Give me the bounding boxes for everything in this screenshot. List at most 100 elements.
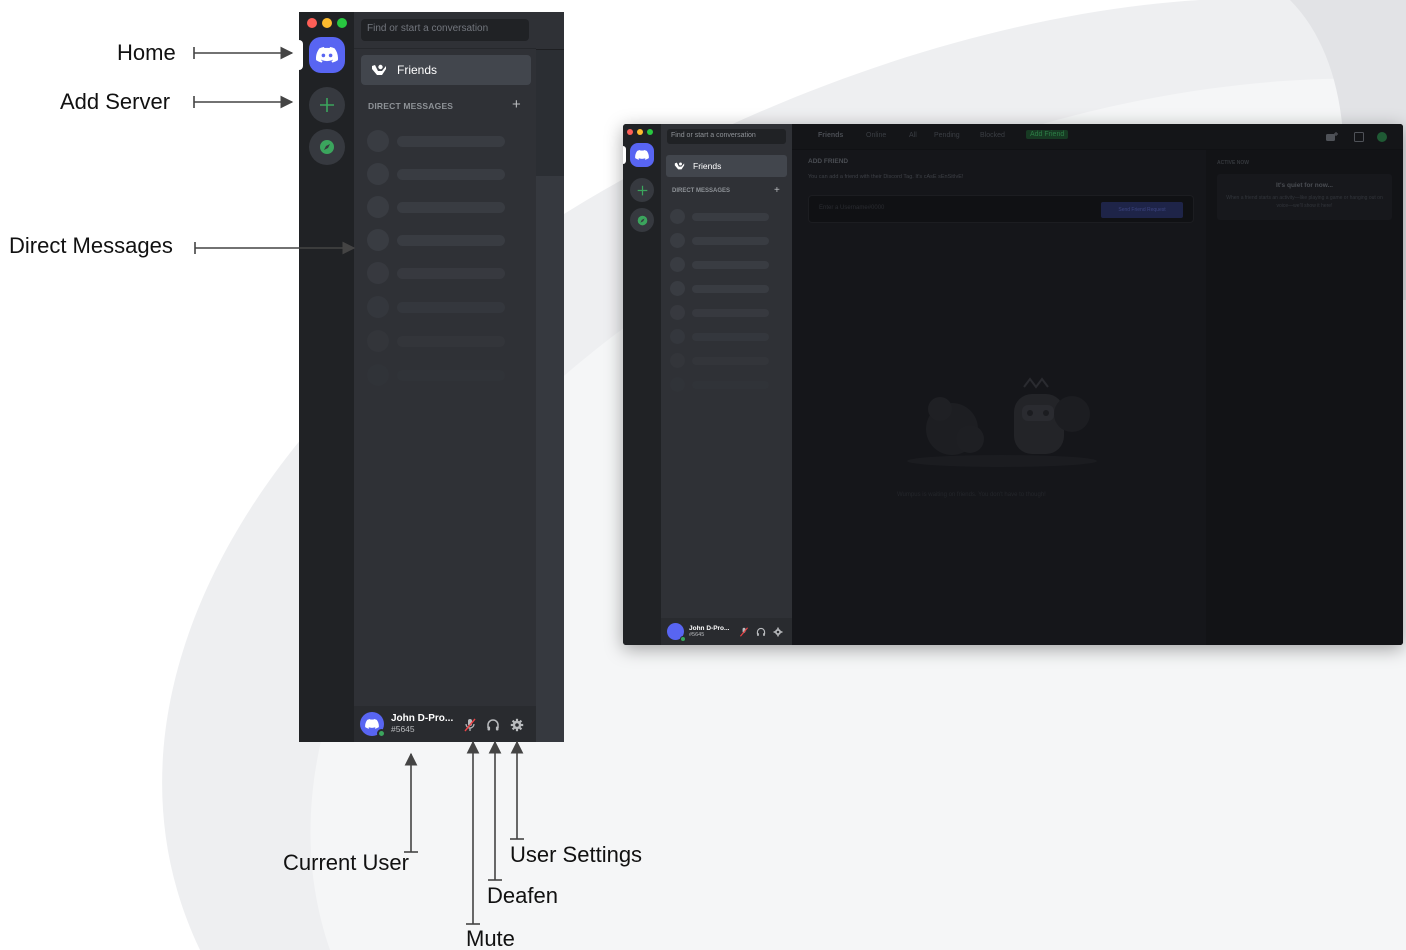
active-now-heading: ACTIVE NOW [1217,160,1249,166]
annotation-home: Home [117,40,176,65]
add-friend-heading: ADD FRIEND [808,158,849,165]
tab-add-friend[interactable]: Add Friend [1026,130,1069,139]
close-window-button[interactable] [627,129,633,135]
full-discord-window: Find or start a conversation Friends DIR… [623,124,1403,645]
dm-placeholder [367,229,507,251]
create-dm-button[interactable]: + [512,97,521,112]
dm-placeholder [670,353,770,368]
annotation-deafen: Deafen [487,883,558,908]
active-now-panel [1206,150,1403,645]
search-input[interactable]: Find or start a conversation [361,19,529,41]
current-user-panel[interactable]: John D-Pro... #5645 [661,618,792,645]
window-controls[interactable] [627,129,653,135]
channel-sidebar: Find or start a conversation Friends DIR… [661,124,792,645]
dm-placeholder [367,364,507,386]
plus-icon [320,98,334,112]
wumpus-illustration [907,377,1097,467]
active-now-description: When a friend starts an activity—like pl… [1226,195,1383,209]
annotation-current-user: Current User [283,850,409,875]
user-tag: #5645 [689,631,705,638]
home-selected-indicator [623,146,626,164]
home-button[interactable] [630,143,654,167]
maximize-window-button[interactable] [647,129,653,135]
help-icon[interactable] [1377,132,1387,142]
tab-all[interactable]: All [909,132,917,139]
dm-placeholder [367,163,507,185]
dm-placeholder [367,262,507,284]
send-friend-request-button[interactable]: Send Friend Request [1101,202,1183,218]
microphone-muted-icon [463,718,476,731]
mute-button[interactable] [738,626,749,637]
window-controls[interactable] [307,18,347,28]
friends-wave-icon [674,162,685,170]
headphones-icon [756,627,765,636]
username: John D-Pro... [391,713,454,724]
tab-pending[interactable]: Pending [934,132,960,139]
user-settings-button[interactable] [509,717,524,732]
user-settings-button[interactable] [772,626,783,637]
zoomed-discord-window: Find or start a conversation Friends DIR… [299,12,564,742]
dm-placeholder [367,130,507,152]
add-friend-input-box[interactable]: Enter a Username#0000 Send Friend Reques… [808,195,1194,223]
explore-servers-button[interactable] [630,208,654,232]
add-friend-input[interactable]: Enter a Username#0000 [819,205,884,211]
dm-placeholder [670,257,770,272]
username: John D-Pro... [689,624,730,632]
friends-label: Friends [693,161,722,171]
direct-messages-header: DIRECT MESSAGES [672,188,731,194]
dm-placeholder [670,209,770,224]
compass-icon [320,140,334,154]
main-content-edge [536,12,564,742]
discord-logo-icon [635,150,649,160]
friends-button[interactable]: Friends [666,155,787,177]
dm-placeholder [367,196,507,218]
user-name-tag: John D-Pro... #5645 [689,625,729,639]
dm-placeholder [367,296,507,318]
dm-placeholder [367,330,507,352]
explore-servers-button[interactable] [309,129,345,165]
avatar[interactable] [360,712,386,738]
user-name-tag: John D-Pro... #5645 [391,713,453,735]
deafen-button[interactable] [755,626,766,637]
dm-placeholder [670,233,770,248]
annotation-mute: Mute [466,926,515,950]
create-dm-button[interactable]: + [774,185,780,196]
friends-button[interactable]: Friends [361,55,531,85]
deafen-button[interactable] [485,717,500,732]
gear-icon [510,718,523,731]
friends-top-bar: Friends Online All Pending Blocked Add F… [792,124,1403,150]
minimize-window-button[interactable] [322,18,332,28]
compass-icon [637,215,647,225]
tab-blocked[interactable]: Blocked [980,132,1005,139]
dm-placeholder [670,377,770,392]
annotation-user-settings: User Settings [510,842,643,867]
dm-placeholder [670,305,770,320]
direct-messages-header: DIRECT MESSAGES [368,101,454,111]
dm-placeholder [670,281,770,296]
plus-icon [637,185,647,195]
close-window-button[interactable] [307,18,317,28]
mute-button[interactable] [462,717,477,732]
inbox-icon[interactable] [1354,132,1364,142]
user-tag: #5645 [391,724,415,734]
sidebar-divider [354,48,536,49]
annotation-direct-messages: Direct Messages [9,233,173,258]
friends-wave-icon [372,64,386,75]
friends-main-panel: Friends Online All Pending Blocked Add F… [792,124,1403,645]
dm-placeholder [670,329,770,344]
add-server-button[interactable] [630,178,654,202]
search-input[interactable]: Find or start a conversation [667,129,786,144]
headphones-icon [486,718,499,730]
current-user-panel[interactable]: John D-Pro... #5645 [354,706,536,742]
avatar[interactable] [667,623,686,642]
maximize-window-button[interactable] [337,18,347,28]
empty-state-text: Wumpus is waiting on friends. You don't … [897,492,1046,498]
online-status-indicator [377,729,386,738]
server-list [623,124,661,645]
home-button[interactable] [309,37,345,73]
minimize-window-button[interactable] [637,129,643,135]
add-server-button[interactable] [309,87,345,123]
home-selected-indicator [299,40,303,70]
tab-online[interactable]: Online [866,132,886,139]
new-group-dm-icon[interactable] [1326,132,1338,142]
